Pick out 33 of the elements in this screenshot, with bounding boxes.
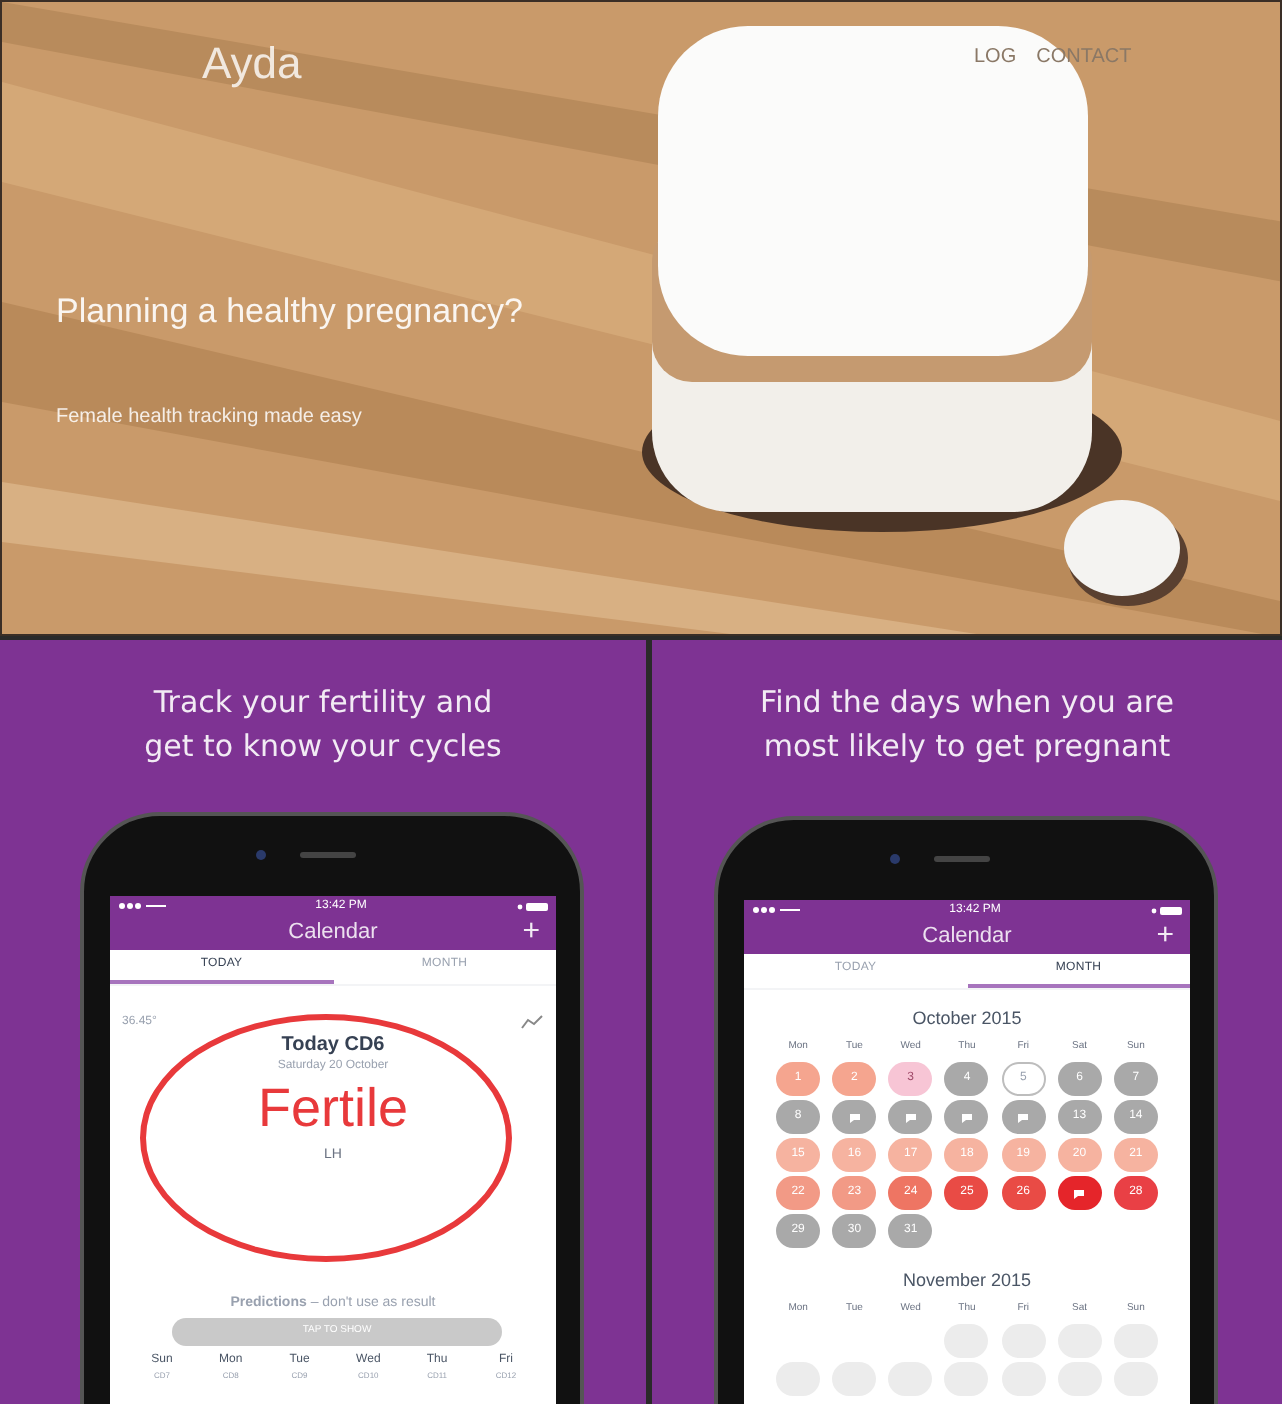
camera-lens: [890, 854, 900, 864]
caption: Track your fertility and get to know your cycles: [142, 682, 504, 768]
speaker-grille: [300, 852, 356, 858]
note-icon: [1072, 1187, 1087, 1199]
caption: Find the days when you are most likely to get pregnant: [758, 682, 1176, 768]
headline: Planning a healthy pregnancy?: [56, 290, 523, 334]
calendar-day[interactable]: [1057, 1176, 1102, 1210]
subheadline: Female health tracking made easy: [56, 404, 362, 432]
add-button[interactable]: +: [1156, 918, 1174, 952]
battery-icon: [516, 901, 548, 911]
note-icon: [847, 1111, 862, 1123]
note-icon: [1016, 1111, 1031, 1123]
calendar-day[interactable]: [832, 1100, 877, 1134]
logo[interactable]: Ayda: [202, 30, 302, 96]
fertility-status: Fertile: [257, 1076, 408, 1142]
month-title: November 2015: [900, 1268, 1034, 1294]
day-title: Today CD6: [281, 1034, 385, 1059]
add-button[interactable]: +: [522, 914, 540, 948]
speaker-grille: [934, 856, 990, 862]
month-title: October 2015: [910, 1006, 1024, 1032]
nav-link[interactable]: LOG: [974, 42, 1017, 72]
calendar-day[interactable]: [888, 1100, 933, 1134]
signal-icon: [118, 902, 166, 910]
calendar-day[interactable]: [944, 1100, 989, 1134]
note-icon: [959, 1111, 974, 1123]
screen-title: Calendar: [922, 922, 1012, 953]
calendar-day[interactable]: [1001, 1100, 1046, 1134]
note-icon: [903, 1111, 918, 1123]
camera-lens: [256, 850, 266, 860]
screen-title: Calendar: [288, 918, 378, 949]
chart-icon: [520, 1014, 544, 1030]
battery-icon: [1150, 905, 1182, 915]
signal-icon: [752, 906, 800, 914]
